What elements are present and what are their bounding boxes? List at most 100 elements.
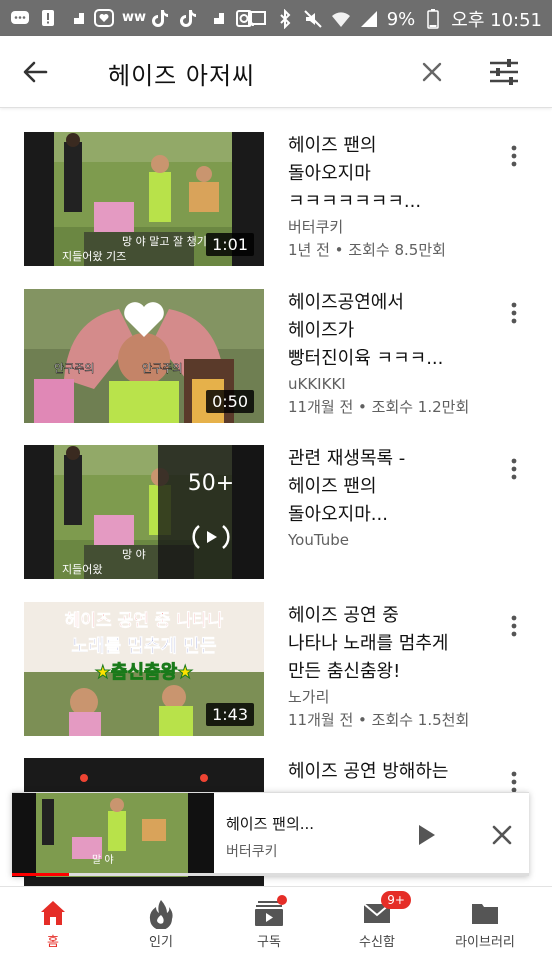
mini-player-title: 헤이즈 팬의... — [226, 815, 315, 833]
thumbnail-caption: 노래를 멈추게 만든 — [71, 636, 216, 657]
mini-player-progress[interactable] — [12, 873, 529, 876]
mini-player-play-button[interactable] — [410, 819, 442, 851]
more-options-button[interactable] — [502, 140, 526, 172]
overlay-text: 안구주의 — [142, 362, 182, 375]
app-icon — [66, 8, 86, 28]
wifi-icon — [331, 9, 351, 29]
alert-icon — [38, 8, 58, 28]
mini-player-channel: 버터쿠키 — [226, 844, 278, 860]
play-icon — [419, 825, 435, 845]
video-result[interactable]: 망 야 말고 잘 챙기 지들어왔 기즈 1:01 헤이즈 팬의 돌아오지마 ㅋㅋ… — [0, 132, 552, 282]
video-stats: 1년 전 • 조회수 8.5만회 — [288, 241, 446, 259]
close-icon — [492, 825, 512, 845]
clear-search-button[interactable] — [414, 54, 450, 90]
video-duration: 1:43 — [206, 703, 254, 726]
bottom-navigation: 홈 인기 구독 9+ 수신함 라이브러리 — [0, 886, 552, 960]
channel-name: uKKIKKI — [288, 375, 346, 393]
nav-library[interactable]: 라이브러리 — [440, 893, 530, 957]
playlist-count: 50+ — [187, 471, 235, 496]
heart-app-icon — [94, 8, 114, 28]
nav-label: 구독 — [257, 935, 281, 950]
channel-name: YouTube — [288, 531, 349, 549]
system-status: 9% 오후 10:51 — [247, 6, 542, 32]
mini-player[interactable]: 말 야 헤이즈 팬의... 버터쿠키 — [12, 792, 529, 877]
video-stats: 11개월 전 • 조회수 1.2만회 — [288, 398, 470, 416]
tiktok-icon — [178, 8, 198, 28]
app-icon — [206, 8, 226, 28]
video-title-line: 빵터진이육 ㅋㅋㅋ... — [288, 348, 444, 369]
battery-icon — [423, 9, 443, 29]
video-result[interactable]: 헤이즈 공연 중 나타나 노래를 멈추게 만든 ★춤신춤왕★ 1:43 헤이즈 … — [0, 602, 552, 752]
video-thumbnail[interactable]: 안구주의 안구주의 0:50 — [24, 289, 264, 423]
svg-text:지들어왔: 지들어왔 — [62, 563, 102, 576]
more-options-button[interactable] — [502, 610, 526, 642]
video-meta: 관련 재생목록 - 헤이즈 팬의 돌아오지마... YouTube — [288, 445, 508, 552]
nav-label: 라이브러리 — [455, 935, 515, 950]
playlist-overlay: 50+ — [158, 445, 264, 579]
mini-player-close-button[interactable] — [486, 819, 518, 851]
video-stats: 11개월 전 • 조회수 1.5천회 — [288, 711, 470, 729]
thumbnail-caption: ★춤신춤왕★ — [95, 662, 194, 683]
video-meta: 헤이즈 공연 중 나타나 노래를 멈추게 만든 춤신춤왕! 노가리 11개월 전… — [288, 602, 508, 732]
more-vert-icon — [511, 615, 517, 637]
svg-text:망 야: 망 야 — [122, 548, 146, 561]
nav-inbox[interactable]: 9+ 수신함 — [332, 891, 422, 957]
svg-text:망 야 말고 잘 챙기: 망 야 말고 잘 챙기 — [122, 234, 207, 248]
search-header: 헤이즈 아저씨 — [0, 36, 552, 108]
nav-label: 홈 — [47, 935, 59, 950]
video-title-line: 헤이즈 팬의 — [288, 476, 377, 497]
video-title-line: 돌아오지마... — [288, 504, 388, 525]
video-duration: 0:50 — [206, 390, 254, 413]
mini-player-video[interactable]: 말 야 — [12, 793, 214, 877]
video-title-line: 관련 재생목록 - — [288, 448, 406, 469]
channel-name: 버터쿠키 — [288, 218, 344, 236]
video-title-line: 헤이즈가 — [288, 320, 355, 341]
filter-button[interactable] — [486, 54, 522, 90]
video-title-line: 헤이즈 공연 중 — [288, 605, 399, 626]
playlist-thumbnail[interactable]: 망 야 지들어왔 50+ — [24, 445, 264, 579]
notification-icons: ww — [10, 8, 254, 28]
inbox-badge: 9+ — [381, 891, 411, 909]
nav-label: 인기 — [149, 935, 173, 950]
ww-app-icon: ww — [122, 10, 147, 25]
mute-icon — [303, 9, 323, 29]
back-arrow-icon — [23, 61, 48, 83]
video-result[interactable]: 안구주의 안구주의 0:50 헤이즈공연에서 헤이즈가 빵터진이육 ㅋㅋㅋ...… — [0, 289, 552, 439]
video-title-line: 헤이즈 공연 방해하는 — [288, 761, 449, 782]
nav-home[interactable]: 홈 — [8, 893, 98, 957]
subscriptions-icon — [253, 895, 287, 929]
cast-icon — [247, 9, 267, 29]
playlist-play-icon — [192, 525, 230, 549]
more-vert-icon — [511, 302, 517, 324]
fire-icon — [145, 897, 177, 930]
video-thumbnail[interactable]: 헤이즈 공연 중 나타나 노래를 멈추게 만든 ★춤신춤왕★ 1:43 — [24, 602, 264, 736]
nav-subscriptions[interactable]: 구독 — [224, 893, 314, 957]
thumbnail-caption: 헤이즈 공연 중 나타나 — [65, 611, 224, 631]
video-thumbnail[interactable]: 망 야 말고 잘 챙기 지들어왔 기즈 1:01 — [24, 132, 264, 266]
message-icon — [10, 8, 30, 28]
tiktok-icon — [150, 8, 170, 28]
nav-trending[interactable]: 인기 — [116, 893, 206, 957]
home-icon — [37, 897, 69, 929]
svg-text:지들어왔 기즈: 지들어왔 기즈 — [62, 250, 126, 263]
svg-text:말 야: 말 야 — [92, 854, 114, 866]
more-options-button[interactable] — [502, 297, 526, 329]
video-meta: 헤이즈 공연 방해하는 — [288, 758, 508, 786]
video-duration: 1:01 — [206, 233, 254, 256]
back-button[interactable] — [18, 54, 54, 90]
more-options-button[interactable] — [502, 453, 526, 485]
inbox-icon: 9+ — [361, 891, 411, 929]
bluetooth-icon — [275, 8, 295, 30]
more-vert-icon — [511, 145, 517, 167]
search-query[interactable]: 헤이즈 아저씨 — [108, 56, 255, 91]
close-icon — [422, 62, 442, 82]
video-title-line: 나타나 노래를 멈추게 — [288, 633, 449, 654]
mini-player-thumbnail: 말 야 — [12, 793, 214, 877]
playlist-result[interactable]: 망 야 지들어왔 50+ 관련 재생목록 - 헤이즈 팬의 돌아오지마... Y… — [0, 445, 552, 595]
filter-sliders-icon — [490, 59, 518, 85]
channel-name: 노가리 — [288, 688, 330, 706]
clock: 오후 10:51 — [451, 10, 542, 31]
video-title-line: ㅋㅋㅋㅋㅋㅋㅋ... — [288, 191, 422, 212]
video-title-line: 헤이즈 팬의 — [288, 135, 377, 156]
video-title-line: 돌아오지마 — [288, 163, 371, 184]
